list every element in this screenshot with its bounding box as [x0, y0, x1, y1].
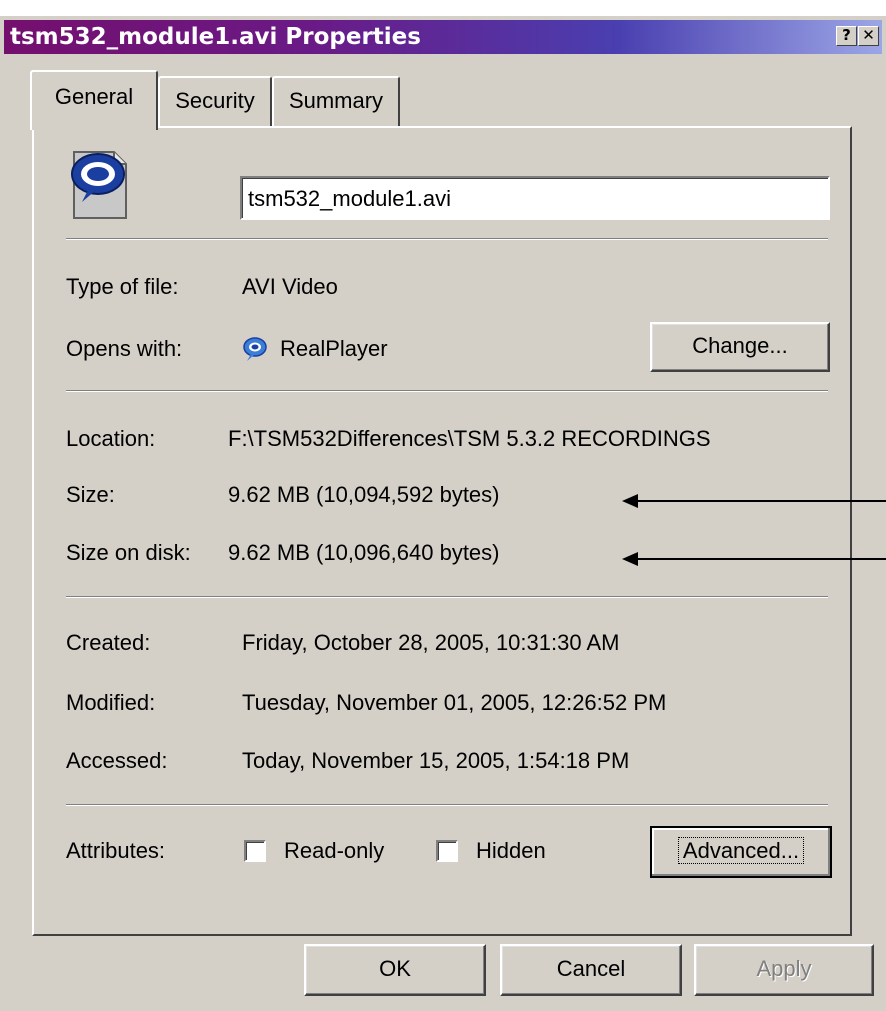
read-only-checkbox[interactable] — [244, 840, 266, 862]
size-on-disk-arrow-line — [636, 558, 886, 560]
modified-value: Tuesday, November 01, 2005, 12:26:52 PM — [242, 690, 667, 715]
tab-general-label: General — [54, 84, 134, 109]
file-name-field[interactable]: tsm532_module1.avi — [240, 176, 830, 220]
hidden-label[interactable]: Hidden — [476, 838, 546, 864]
help-button[interactable]: ? — [836, 26, 857, 46]
properties-dialog: tsm532_module1.avi Properties ? ✕ Genera… — [0, 16, 886, 1011]
tab-security[interactable]: Security — [158, 76, 272, 126]
separator-3 — [66, 596, 828, 598]
location-label: Location: — [66, 426, 156, 451]
created-value: Friday, October 28, 2005, 10:31:30 AM — [242, 630, 620, 655]
opens-with-label: Opens with: — [66, 336, 183, 361]
size-value: 9.62 MB (10,094,592 bytes) — [228, 482, 500, 507]
accessed-value: Today, November 15, 2005, 1:54:18 PM — [242, 748, 630, 773]
window-title: tsm532_module1.avi Properties — [10, 24, 421, 50]
tab-summary-label: Summary — [288, 88, 384, 113]
accessed-label: Accessed: — [66, 748, 168, 773]
apply-button[interactable]: Apply — [694, 944, 874, 996]
location-value: F:\TSM532Differences\TSM 5.3.2 RECORDING… — [228, 426, 711, 451]
general-tab-panel — [32, 126, 852, 936]
hidden-checkbox[interactable] — [436, 840, 458, 862]
advanced-button-label: Advanced... — [677, 837, 805, 864]
close-button[interactable]: ✕ — [858, 26, 879, 46]
tab-general[interactable]: General — [30, 70, 158, 130]
separator-4 — [66, 804, 828, 806]
created-label: Created: — [66, 630, 151, 655]
size-on-disk-label: Size on disk: — [66, 540, 191, 565]
title-bar[interactable]: tsm532_module1.avi Properties ? ✕ — [4, 20, 882, 54]
tab-join — [34, 124, 156, 130]
change-button[interactable]: Change... — [650, 322, 830, 372]
ok-button[interactable]: OK — [304, 944, 486, 996]
separator-1 — [66, 238, 828, 240]
read-only-label[interactable]: Read-only — [284, 838, 384, 864]
tab-summary[interactable]: Summary — [272, 76, 400, 126]
separator-2 — [66, 390, 828, 392]
file-name-value: tsm532_module1.avi — [248, 186, 452, 211]
size-arrow-line — [636, 500, 886, 502]
modified-label: Modified: — [66, 690, 156, 715]
advanced-button[interactable]: Advanced... — [650, 826, 832, 878]
type-of-file-label: Type of file: — [66, 274, 179, 299]
cancel-button[interactable]: Cancel — [500, 944, 682, 996]
opens-with-value: RealPlayer — [280, 336, 388, 361]
realplayer-icon — [243, 337, 267, 361]
tab-security-label: Security — [175, 88, 255, 113]
realplayer-file-icon — [71, 151, 127, 219]
size-label: Size: — [66, 482, 115, 507]
type-of-file-value: AVI Video — [242, 274, 338, 299]
attributes-label: Attributes: — [66, 838, 166, 863]
size-on-disk-value: 9.62 MB (10,096,640 bytes) — [228, 540, 500, 565]
